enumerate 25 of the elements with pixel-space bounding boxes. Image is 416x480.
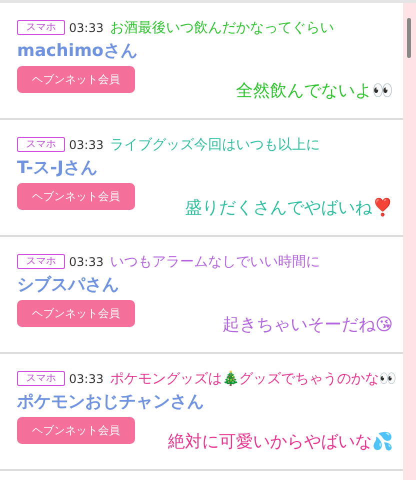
caption-text: 全然飲んでないよ👀 <box>236 80 393 102</box>
user-name[interactable]: machimoさん <box>17 39 138 62</box>
caption-text: いつもアラームなしでいい時間に <box>110 253 320 271</box>
post-time: 03:33 <box>69 254 104 268</box>
caption-text: 盛りだくさんでやばいね❣ <box>185 196 393 219</box>
post-time: 03:33 <box>69 372 104 386</box>
device-tag: スマホ <box>17 254 65 269</box>
caption-text: 起きちゃいそーだね😘 <box>222 314 393 336</box>
post-time: 03:33 <box>69 20 104 34</box>
user-name[interactable]: シブスパさん <box>17 273 119 296</box>
caption-text: ライブグッズ今回はいつも以上に <box>110 136 320 154</box>
device-tag: スマホ <box>17 20 65 35</box>
caption-text: 絶対に可愛いからやばいな💦 <box>168 430 393 453</box>
member-button[interactable]: ヘブンネット会員 <box>17 417 135 444</box>
member-button[interactable]: ヘブンネット会員 <box>17 183 135 210</box>
user-name[interactable]: T-ス-Jさん <box>17 156 98 179</box>
caption-text: お酒最後いつ飲んだかなってぐらい <box>110 19 334 37</box>
device-tag: スマホ <box>17 371 65 386</box>
scrollbar[interactable] <box>407 18 411 58</box>
device-tag: スマホ <box>17 137 65 152</box>
user-name[interactable]: ポケモンおじチャンさん <box>17 390 204 413</box>
member-button[interactable]: ヘブンネット会員 <box>17 300 135 327</box>
post-time: 03:33 <box>69 138 104 152</box>
caption-text: ポケモングッズは🎄グッズでちゃうのかな👀 <box>110 370 396 388</box>
member-button[interactable]: ヘブンネット会員 <box>17 66 135 93</box>
